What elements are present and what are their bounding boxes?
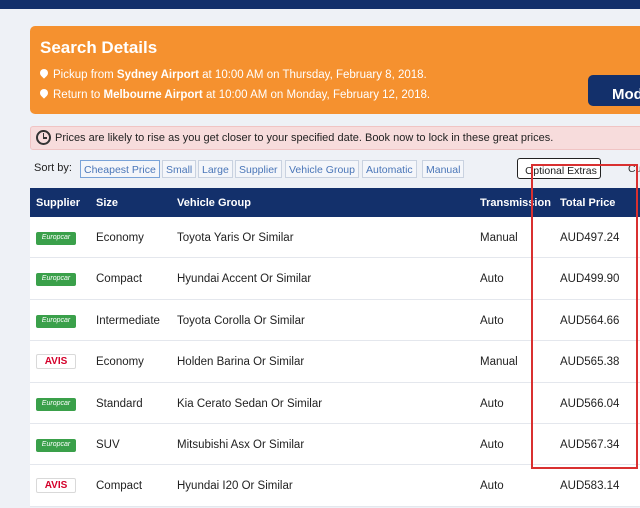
vehicle-cell: Holden Barina Or Similar: [177, 356, 305, 369]
price-alert-text: Prices are likely to rise as you get clo…: [55, 132, 554, 144]
supplier-logo: AVIS: [36, 354, 76, 370]
europcar-logo: Europcar: [36, 438, 76, 452]
sort-vehicle-group-button[interactable]: Vehicle Group: [285, 160, 359, 178]
vehicle-cell: Mitsubishi Asx Or Similar: [177, 438, 305, 451]
supplier-logo: Europcar: [36, 271, 76, 287]
sort-large-button[interactable]: Large: [198, 160, 233, 178]
supplier-logo: Europcar: [36, 230, 76, 245]
sort-manual-button[interactable]: Manual: [422, 160, 465, 178]
top-nav-bar: [0, 0, 640, 9]
transmission-cell: Manual: [480, 356, 518, 369]
europcar-logo: Europcar: [36, 397, 76, 411]
search-details-title: Search Details: [40, 38, 158, 57]
transmission-cell: Auto: [480, 480, 504, 493]
transmission-cell: Auto: [480, 314, 504, 327]
size-cell: Compact: [96, 273, 143, 286]
price-alert-banner: Prices are likely to rise as you get clo…: [30, 126, 640, 150]
transmission-cell: Auto: [480, 397, 504, 410]
size-cell: Economy: [96, 356, 144, 369]
search-details-card: Search Details Pickup from Sydney Airpor…: [30, 26, 640, 114]
pickup-location: Sydney Airport: [116, 69, 199, 81]
supplier-logo: Europcar: [36, 396, 76, 411]
size-cell: Intermediate: [96, 314, 160, 327]
modify-search-button[interactable]: Mod: [588, 75, 640, 106]
pickup-prefix: Pickup from: [53, 69, 117, 81]
transmission-cell: Auto: [480, 273, 504, 286]
vehicle-cell: Hyundai Accent Or Similar: [177, 273, 312, 286]
pickup-line: Pickup from Sydney Airport at 10:00 AM o…: [38, 67, 427, 81]
sort-label: Sort by:: [34, 162, 72, 174]
supplier-logo: Europcar: [36, 313, 76, 328]
sort-supplier-button[interactable]: Supplier: [235, 160, 282, 178]
return-location: Melbourne Airport: [103, 89, 203, 101]
vehicle-cell: Toyota Corolla Or Similar: [177, 314, 305, 327]
return-time: at 10:00 AM on Monday, February 12, 2018…: [202, 89, 431, 101]
price-cell: AUD583.14: [560, 480, 620, 493]
europcar-logo: Europcar: [36, 314, 76, 328]
supplier-logo: Europcar: [36, 437, 76, 452]
location-pin-icon: [38, 87, 50, 99]
size-cell: Compact: [96, 480, 143, 493]
header-supplier[interactable]: Supplier: [36, 197, 80, 209]
size-cell: Economy: [96, 232, 144, 244]
europcar-logo: Europcar: [36, 232, 76, 245]
transmission-cell: Manual: [480, 232, 518, 244]
table-row[interactable]: AVIS Compact Hyundai I20 Or Similar Auto…: [30, 465, 640, 507]
supplier-logo: AVIS: [36, 478, 76, 494]
transmission-cell: Auto: [480, 438, 504, 451]
pickup-time: at 10:00 AM on Thursday, February 8, 201…: [198, 69, 427, 81]
sort-small-button[interactable]: Small: [162, 160, 197, 178]
avis-logo: AVIS: [36, 354, 76, 370]
location-pin-icon: [38, 67, 50, 79]
size-cell: Standard: [96, 397, 143, 410]
europcar-logo: Europcar: [36, 273, 76, 287]
sort-automatic-button[interactable]: Automatic: [362, 160, 417, 178]
vehicle-cell: Toyota Yaris Or Similar: [177, 232, 294, 244]
header-size[interactable]: Size: [96, 197, 118, 209]
price-highlight-box: [531, 164, 638, 469]
sort-cheapest-price-button[interactable]: Cheapest Price: [80, 160, 160, 178]
return-line: Return to Melbourne Airport at 10:00 AM …: [38, 87, 431, 101]
size-cell: SUV: [96, 438, 120, 451]
vehicle-cell: Kia Cerato Sedan Or Similar: [177, 397, 323, 410]
avis-logo: AVIS: [36, 478, 76, 494]
vehicle-cell: Hyundai I20 Or Similar: [177, 480, 293, 493]
header-vehicle-group[interactable]: Vehicle Group: [177, 197, 251, 209]
clock-icon: [36, 130, 51, 145]
return-prefix: Return to: [53, 89, 104, 101]
